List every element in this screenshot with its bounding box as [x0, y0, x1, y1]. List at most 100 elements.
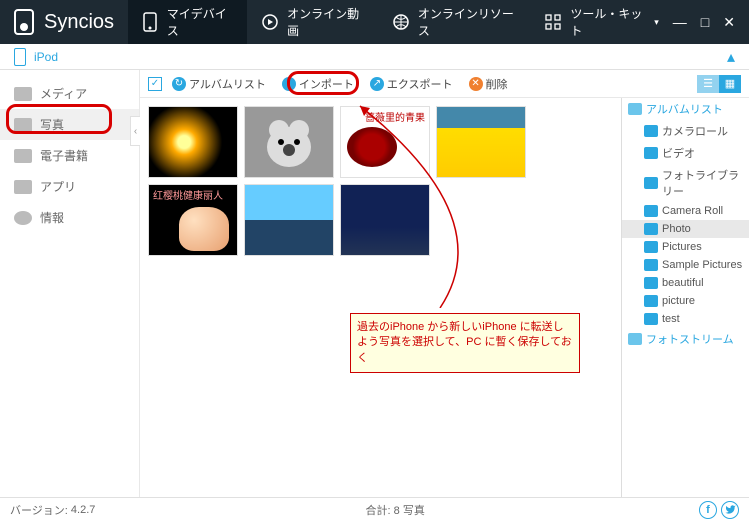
- export-button[interactable]: ↗エクスポート: [364, 74, 459, 94]
- tree-item[interactable]: Pictures: [622, 238, 749, 256]
- chevron-down-icon: ▾: [654, 17, 659, 28]
- nav-online-resource[interactable]: オンラインリソース: [378, 0, 531, 44]
- tree-label: フォトライブラリー: [662, 167, 743, 199]
- nav-label: ツール・キット: [570, 5, 646, 39]
- nav-my-device[interactable]: マイデバイス: [128, 0, 247, 44]
- toolbar: ✓ ↻アルバムリスト ↓インポート ↗エクスポート ✕削除 ☰ ▦: [140, 70, 749, 98]
- ipod-icon: [14, 48, 26, 66]
- tree-label: Sample Pictures: [662, 259, 742, 271]
- media-icon: [14, 87, 32, 101]
- sidebar-item-photos[interactable]: 写真: [0, 109, 139, 140]
- sidebar-item-ebooks[interactable]: 電子書籍: [0, 140, 139, 171]
- statusbar: バージョン: 4.2.7 合計: 8 写真 f: [0, 497, 749, 521]
- close-button[interactable]: ✕: [723, 14, 735, 31]
- device-bar: iPod ▴: [0, 44, 749, 70]
- sidebar-collapse-button[interactable]: ‹: [130, 116, 140, 146]
- tree-label: test: [662, 313, 680, 325]
- tree-item[interactable]: Camera Roll: [622, 202, 749, 220]
- tree-label: beautiful: [662, 277, 704, 289]
- album-icon: [644, 277, 658, 289]
- photo-thumb[interactable]: [340, 184, 430, 256]
- photo-icon: [14, 118, 32, 132]
- album-icon: [644, 241, 658, 253]
- info-icon: [14, 211, 32, 225]
- app-name: Syncios: [44, 11, 114, 34]
- logo-icon: [14, 9, 34, 35]
- globe-icon: [392, 13, 410, 31]
- tree-label: フォトストリーム: [646, 331, 734, 347]
- tree-label: ビデオ: [662, 145, 695, 161]
- count-label: 合計:: [366, 505, 391, 517]
- nav-label: オンラインリソース: [418, 5, 517, 39]
- album-tree: アルバムリスト カメラロール ビデオ フォトライブラリー Camera Roll…: [621, 98, 749, 497]
- tree-item[interactable]: picture: [622, 292, 749, 310]
- view-grid-button[interactable]: ▦: [719, 75, 741, 93]
- nav-label: マイデバイス: [167, 5, 233, 39]
- sidebar-label: メディア: [40, 85, 87, 102]
- nav-online-video[interactable]: オンライン動画: [247, 0, 378, 44]
- apps-icon: [14, 180, 32, 194]
- device-collapse-icon[interactable]: ▴: [727, 47, 735, 67]
- tree-item[interactable]: ビデオ: [622, 142, 749, 164]
- album-icon: [644, 223, 658, 235]
- sidebar-label: 写真: [40, 116, 64, 133]
- photo-thumb[interactable]: 蔷薇里的青果: [340, 106, 430, 178]
- tree-label: Photo: [662, 223, 691, 235]
- folder-icon: [628, 103, 642, 115]
- photo-thumb[interactable]: [244, 106, 334, 178]
- version-value: 4.2.7: [71, 504, 95, 516]
- album-icon: [644, 125, 658, 137]
- annotation-note: 過去のiPhone から新しいiPhone に転送しよう写真を選択して、PC に…: [350, 313, 580, 373]
- tree-label: アルバムリスト: [646, 101, 723, 117]
- photo-thumb[interactable]: [244, 184, 334, 256]
- thumb-caption: 红樱桃健康丽人: [153, 187, 223, 202]
- window-controls: — □ ✕: [673, 14, 749, 31]
- sidebar-item-media[interactable]: メディア: [0, 78, 139, 109]
- refresh-icon: ↻: [172, 77, 186, 91]
- photo-gallery: 蔷薇里的青果 红樱桃健康丽人 過去のiPhone から新しいiPhone に転送…: [140, 98, 621, 497]
- twitter-button[interactable]: [721, 501, 739, 519]
- tree-label: カメラロール: [662, 123, 728, 139]
- ebook-icon: [14, 149, 32, 163]
- delete-icon: ✕: [469, 77, 483, 91]
- select-all-checkbox[interactable]: ✓: [148, 77, 162, 91]
- nav-toolkit[interactable]: ツール・キット ▾: [530, 0, 672, 44]
- titlebar: Syncios マイデバイス オンライン動画 オンラインリソース ツール・キット…: [0, 0, 749, 44]
- album-list-button[interactable]: ↻アルバムリスト: [166, 74, 272, 94]
- import-icon: ↓: [282, 77, 296, 91]
- photo-thumb[interactable]: [148, 106, 238, 178]
- delete-button[interactable]: ✕削除: [463, 74, 514, 94]
- play-icon: [261, 13, 279, 31]
- tree-item[interactable]: beautiful: [622, 274, 749, 292]
- tree-header-photostream[interactable]: フォトストリーム: [622, 328, 749, 350]
- main-nav: マイデバイス オンライン動画 オンラインリソース ツール・キット ▾: [128, 0, 673, 44]
- album-icon: [644, 313, 658, 325]
- version-label: バージョン:: [10, 502, 68, 518]
- sidebar-label: アプリ: [40, 178, 76, 195]
- tree-item[interactable]: Sample Pictures: [622, 256, 749, 274]
- tree-header-albumlist[interactable]: アルバムリスト: [622, 98, 749, 120]
- btn-label: インポート: [299, 76, 354, 92]
- minimize-button[interactable]: —: [673, 14, 687, 31]
- tree-item[interactable]: Photo: [622, 220, 749, 238]
- tree-item[interactable]: test: [622, 310, 749, 328]
- tree-item[interactable]: フォトライブラリー: [622, 164, 749, 202]
- import-button[interactable]: ↓インポート: [276, 74, 360, 94]
- photo-thumb[interactable]: 红樱桃健康丽人: [148, 184, 238, 256]
- sidebar-label: 電子書籍: [40, 147, 88, 164]
- view-list-button[interactable]: ☰: [697, 75, 719, 93]
- device-name: iPod: [34, 50, 719, 64]
- tree-label: picture: [662, 295, 695, 307]
- tree-item[interactable]: カメラロール: [622, 120, 749, 142]
- count-value: 8 写真: [394, 505, 425, 517]
- app-logo: Syncios: [0, 9, 128, 35]
- tree-label: Pictures: [662, 241, 702, 253]
- sidebar-item-apps[interactable]: アプリ: [0, 171, 139, 202]
- facebook-button[interactable]: f: [699, 501, 717, 519]
- view-toggle: ☰ ▦: [697, 75, 741, 93]
- btn-label: アルバムリスト: [189, 76, 266, 92]
- photo-thumb[interactable]: [436, 106, 526, 178]
- maximize-button[interactable]: □: [701, 14, 709, 31]
- album-icon: [644, 205, 658, 217]
- sidebar-item-info[interactable]: 情報: [0, 202, 139, 233]
